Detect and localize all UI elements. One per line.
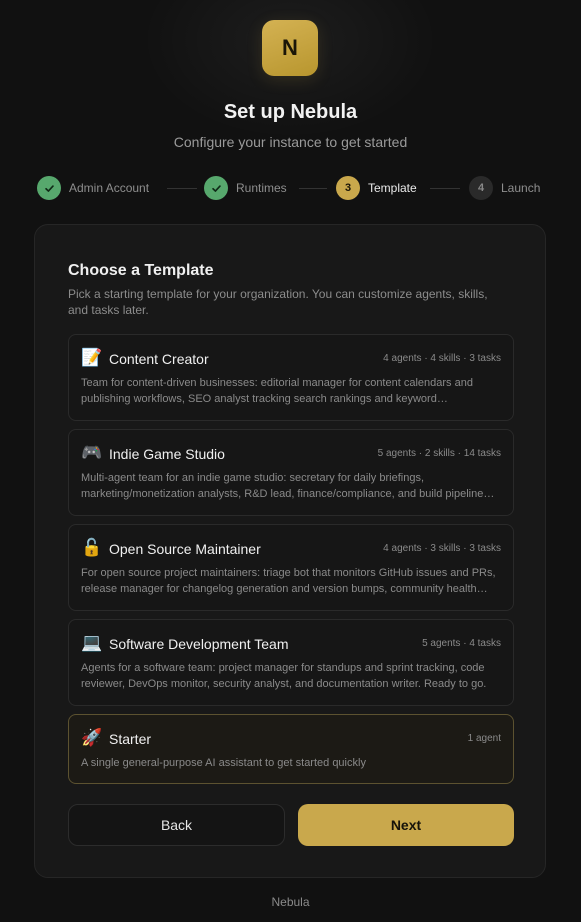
page-title: Set up Nebula <box>223 101 358 123</box>
template-name: Content Creator <box>109 351 209 367</box>
step-label: Template <box>368 181 417 195</box>
step-admin-account: Admin Account <box>37 176 149 200</box>
template-description: A single general-purpose AI assistant to… <box>81 757 366 769</box>
template-name: Starter <box>109 731 152 747</box>
template-meta: 4 agents · 3 skills · 3 tasks <box>383 543 501 554</box>
logo-letter: N <box>282 35 298 60</box>
step-connector <box>430 187 460 189</box>
rocket-icon: 🚀 <box>81 728 103 747</box>
footer-brand: Nebula <box>271 895 310 909</box>
template-option-content-creator[interactable]: 📝 Content Creator 4 agents · 4 skills · … <box>68 334 514 421</box>
step-label: Runtimes <box>236 181 287 195</box>
card-description: Pick a starting template for your organi… <box>68 287 488 317</box>
back-button[interactable]: Back <box>68 804 285 846</box>
template-description: Team for content-driven businesses: edit… <box>81 377 473 405</box>
nebula-logo: N <box>262 20 318 76</box>
template-name: Open Source Maintainer <box>109 541 261 557</box>
template-card: Choose a Template Pick a starting templa… <box>34 224 546 878</box>
step-runtimes: Runtimes <box>204 176 287 200</box>
check-icon <box>204 176 228 200</box>
template-name: Indie Game Studio <box>109 446 225 462</box>
template-option-software-development-team[interactable]: 💻 Software Development Team 5 agents · 4… <box>68 619 514 706</box>
step-number: 4 <box>469 176 493 200</box>
game-controller-icon: 🎮 <box>81 443 103 462</box>
template-name: Software Development Team <box>109 636 289 652</box>
template-meta: 1 agent <box>467 733 501 744</box>
step-label: Launch <box>501 181 541 195</box>
step-connector <box>167 187 197 189</box>
unlocked-padlock-icon: 🔓 <box>81 538 103 557</box>
step-number: 3 <box>336 176 360 200</box>
step-template: 3 Template <box>336 176 417 200</box>
check-icon <box>37 176 61 200</box>
template-option-indie-game-studio[interactable]: 🎮 Indie Game Studio 5 agents · 2 skills … <box>68 429 514 516</box>
step-label: Admin Account <box>69 181 150 195</box>
page-subtitle: Configure your instance to get started <box>173 134 408 150</box>
template-description: Agents for a software team: project mana… <box>81 662 487 690</box>
template-meta: 5 agents · 2 skills · 14 tasks <box>377 448 501 459</box>
template-meta: 5 agents · 4 tasks <box>422 638 501 649</box>
memo-icon: 📝 <box>81 348 103 367</box>
card-title: Choose a Template <box>68 262 214 279</box>
template-description: Multi-agent team for an indie game studi… <box>81 472 484 500</box>
step-launch: 4 Launch <box>469 176 540 200</box>
step-connector <box>299 187 327 189</box>
template-description: For open source project maintainers: tri… <box>81 567 496 595</box>
template-option-open-source-maintainer[interactable]: 🔓 Open Source Maintainer 4 agents · 3 sk… <box>68 524 514 611</box>
template-meta: 4 agents · 4 skills · 3 tasks <box>383 353 501 364</box>
next-button[interactable]: Next <box>298 804 514 846</box>
template-option-starter[interactable]: 🚀 Starter 1 agent A single general-purpo… <box>68 714 514 784</box>
setup-stepper: Admin Account Runtimes 3 Template 4 Laun… <box>37 176 547 200</box>
laptop-icon: 💻 <box>81 633 103 652</box>
